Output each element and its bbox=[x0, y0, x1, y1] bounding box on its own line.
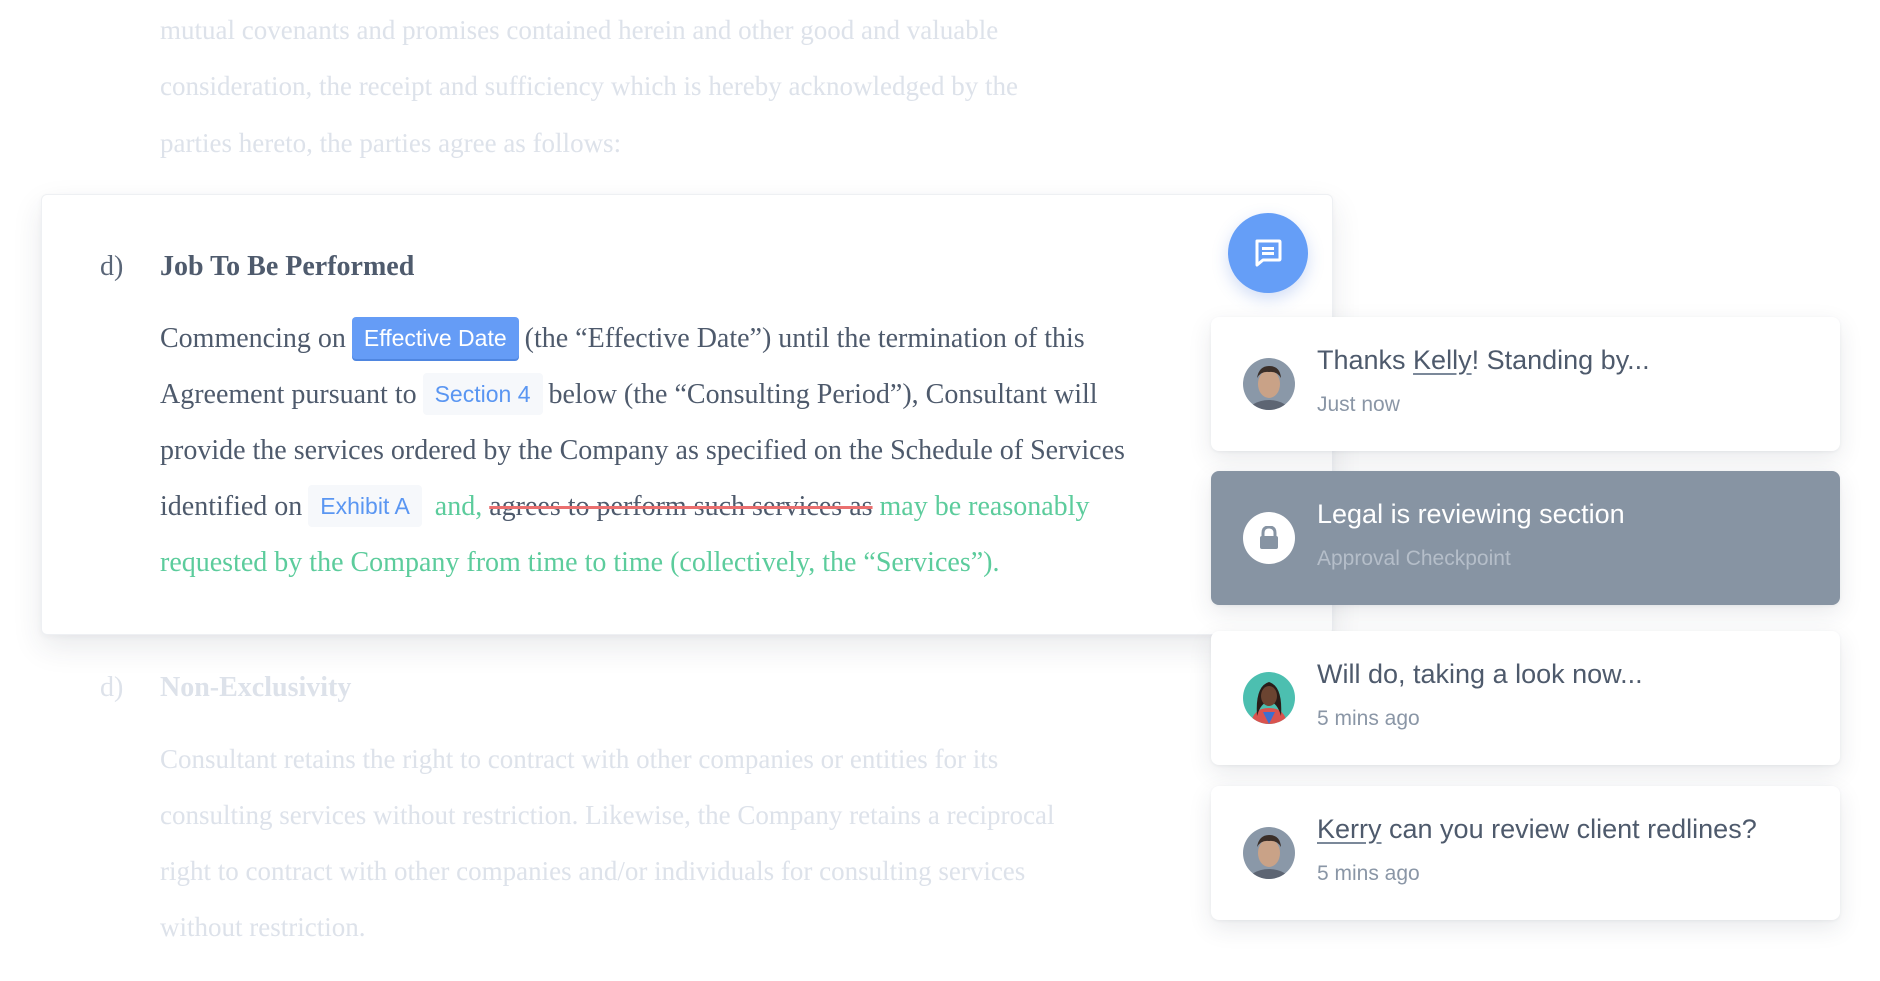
message-timestamp: Just now bbox=[1317, 393, 1400, 416]
message-text: Kerry can you review client redlines? bbox=[1317, 814, 1757, 845]
paragraph-line-5-inserted: requested by the Company from time to ti… bbox=[160, 547, 1000, 578]
section-title: Non-Exclusivity bbox=[160, 672, 352, 703]
text: below (the “Consulting Period”), Consult… bbox=[548, 379, 1098, 410]
paragraph-line: mutual covenants and promises contained … bbox=[160, 15, 999, 45]
text: Thanks bbox=[1317, 345, 1414, 375]
mention-link[interactable]: Kelly bbox=[1413, 345, 1472, 375]
man-avatar bbox=[1243, 827, 1295, 879]
section-title: Job To Be Performed bbox=[160, 251, 415, 282]
text: identified on bbox=[160, 491, 303, 522]
lock-badge bbox=[1243, 512, 1295, 564]
section-4-link-badge[interactable]: Section 4 bbox=[422, 372, 543, 415]
paragraph-line-4: identified on Exhibit A and, agrees to pe… bbox=[160, 479, 1089, 535]
woman-avatar bbox=[1243, 672, 1295, 724]
paragraph-line: consulting services without restriction.… bbox=[160, 800, 1055, 830]
paragraph-line-2: Agreement pursuant to Section 4 below (the… bbox=[160, 367, 1098, 423]
message-card[interactable]: Kerry can you review client redlines? 5 … bbox=[1211, 786, 1840, 920]
message-timestamp: 5 mins ago bbox=[1317, 862, 1420, 885]
paragraph-line: consideration, the receipt and sufficien… bbox=[160, 71, 1018, 101]
comment-button[interactable] bbox=[1228, 213, 1308, 293]
text: Agreement pursuant to bbox=[160, 379, 417, 410]
checkpoint-title: Legal is reviewing section bbox=[1317, 499, 1625, 529]
text: ! Standing by... bbox=[1471, 345, 1650, 375]
active-section-card[interactable]: d) Job To Be Performed Commencing on Effe… bbox=[41, 194, 1333, 635]
text: Commencing on bbox=[160, 323, 346, 354]
inserted-text: may be reasonably bbox=[879, 491, 1090, 522]
paragraph-line-1: Commencing on Effective Date (the “Effecti… bbox=[160, 311, 1085, 367]
deleted-text: agrees to perform such services as bbox=[489, 491, 873, 522]
comment-icon bbox=[1255, 239, 1282, 267]
exhibit-a-link-badge[interactable]: Exhibit A bbox=[308, 484, 422, 527]
man-avatar bbox=[1243, 358, 1295, 410]
text: (the “Effective Date”) until the termina… bbox=[524, 323, 1085, 354]
paragraph-line: without restriction. bbox=[160, 912, 366, 942]
paragraph-line: Consultant retains the right to contract… bbox=[160, 744, 999, 774]
effective-date-field-badge[interactable]: Effective Date bbox=[351, 316, 519, 359]
checkpoint-subtitle: Approval Checkpoint bbox=[1317, 547, 1511, 570]
paragraph-line: right to contract with other companies a… bbox=[160, 856, 1026, 886]
section-number: d) bbox=[100, 672, 124, 703]
mention-link[interactable]: Kerry bbox=[1317, 814, 1382, 844]
message-text: Will do, taking a look now... bbox=[1317, 659, 1643, 689]
message-text: Thanks Kelly! Standing by... bbox=[1317, 345, 1650, 376]
message-card[interactable]: Will do, taking a look now... 5 mins ago bbox=[1211, 631, 1840, 765]
message-timestamp: 5 mins ago bbox=[1317, 707, 1420, 730]
message-card[interactable]: Thanks Kelly! Standing by... Just now bbox=[1211, 317, 1840, 451]
text: can you review client redlines? bbox=[1381, 814, 1757, 844]
inserted-text: and, bbox=[434, 491, 483, 522]
paragraph-line-3: provide the services ordered by the Comp… bbox=[160, 435, 1125, 466]
approval-checkpoint-card[interactable]: Legal is reviewing section Approval Chec… bbox=[1211, 471, 1840, 605]
section-number: d) bbox=[100, 251, 124, 282]
paragraph-line: parties hereto, the parties agree as fol… bbox=[160, 128, 622, 158]
lock-icon bbox=[1260, 526, 1278, 549]
